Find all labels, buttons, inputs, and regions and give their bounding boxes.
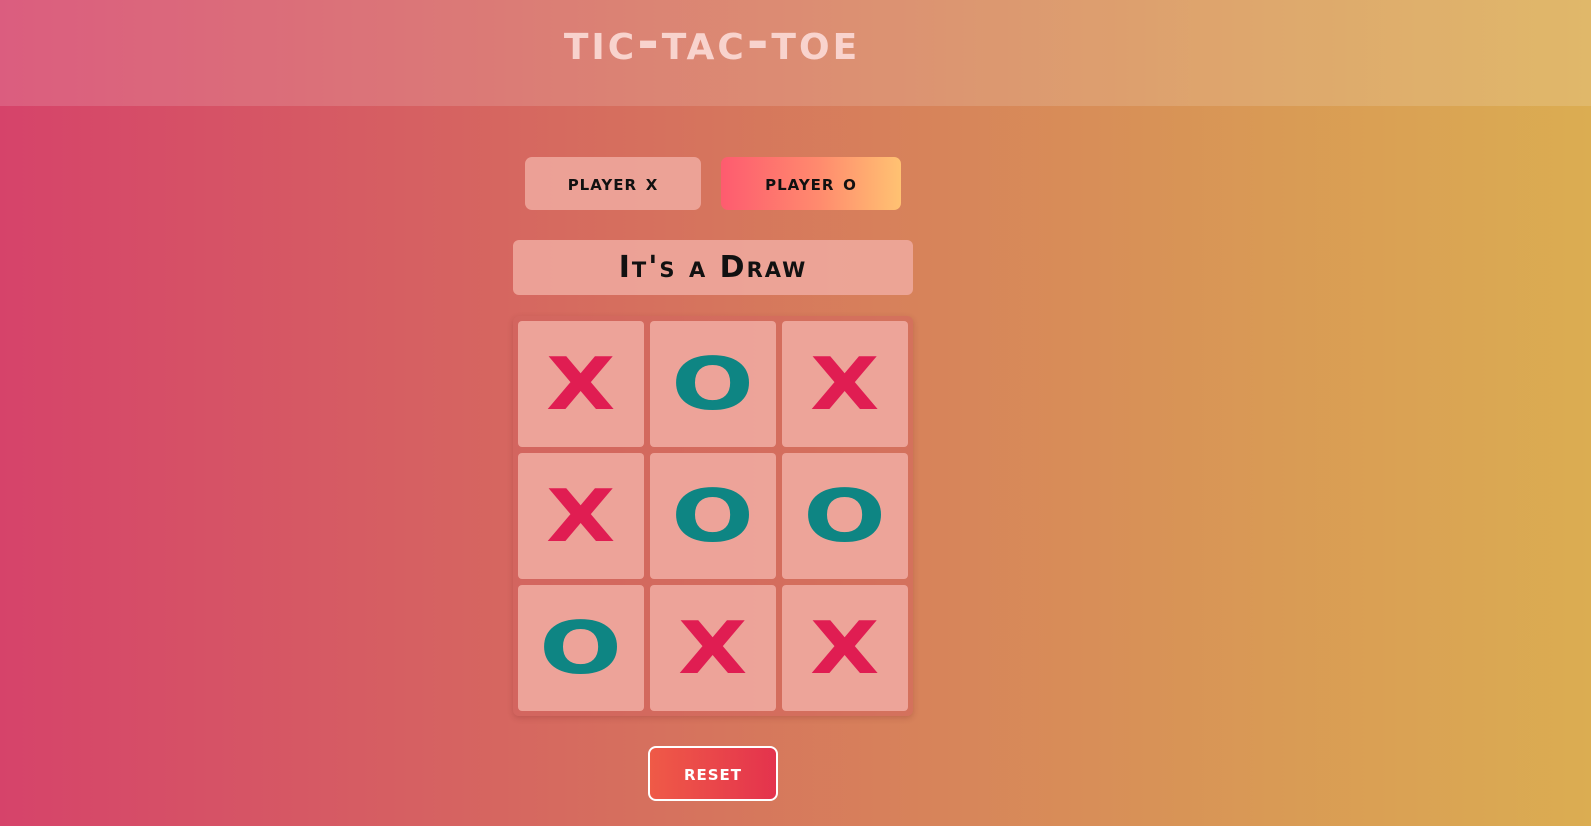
board-cell[interactable]: X [518,453,644,579]
board-cell[interactable]: X [650,585,776,711]
cell-mark: X [810,606,880,690]
reset-button[interactable]: Reset [648,746,778,801]
cell-mark: X [546,474,616,558]
cell-mark: X [810,342,880,426]
board-cell[interactable]: X [518,321,644,447]
cell-mark: O [671,474,755,558]
board-cell[interactable]: O [650,321,776,447]
board-cell[interactable]: X [782,321,908,447]
game-board: X O X X O O O X X [513,316,913,716]
cell-mark: O [671,342,755,426]
player-o-button[interactable]: Player O [721,157,901,210]
cell-mark: O [803,474,887,558]
game-status: It's a Draw [513,240,913,295]
header-bar: Tic-Tac-Toe [0,0,1591,106]
board-cell[interactable]: O [650,453,776,579]
page-title: Tic-Tac-Toe [563,12,861,72]
cell-mark: X [546,342,616,426]
board-cell[interactable]: O [782,453,908,579]
board-cell[interactable]: O [518,585,644,711]
board-cell[interactable]: X [782,585,908,711]
cell-mark: X [678,606,748,690]
player-x-button[interactable]: Player X [525,157,701,210]
cell-mark: O [539,606,623,690]
